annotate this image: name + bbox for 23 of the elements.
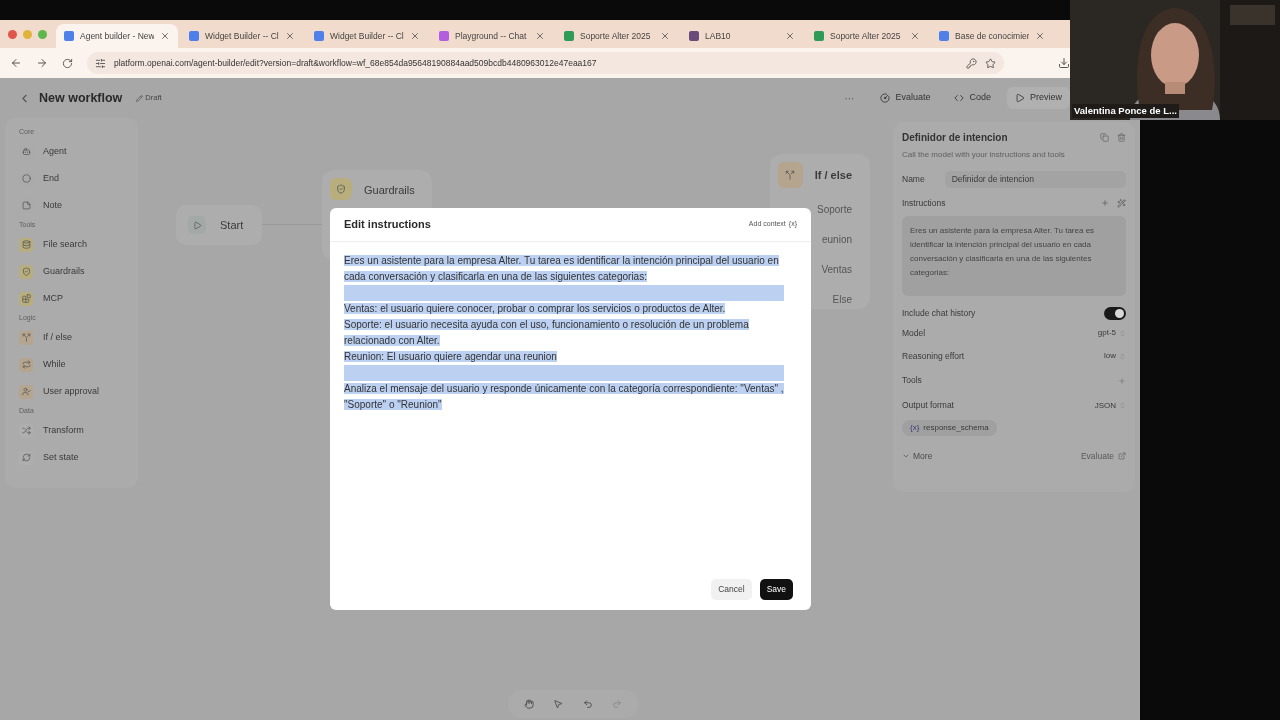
field-label: Include chat history [902,307,976,321]
panel-title: Definidor de intencion [902,131,1008,145]
branch-label: Ventas [821,263,852,277]
field-label: Name [902,173,925,186]
field-label: Reasoning effort [902,349,965,363]
tab-title: Soporte Alter 2025 [580,29,652,43]
field-label: Output format [902,399,954,413]
tab-title: Agent builder - New [80,29,154,43]
workflow-title: New workflow [39,89,123,107]
dialog-title: Edit instructions [344,217,431,233]
field-label: Model [902,326,926,340]
branch-label: Soporte [816,203,852,217]
tab-title: Widget Builder -- Cl [205,29,279,43]
branch-label: Else [832,293,852,307]
tab-title: Base de conocimier [955,29,1029,43]
branch-label: eunion [821,233,852,247]
tab-title: Widget Builder -- Cl [330,29,404,43]
field-label: Tools [902,374,922,388]
tab-title: LAB10 [705,29,732,43]
tab-title: Soporte Alter 2025 [830,29,902,43]
tab-title: Playground -- Chat [455,29,528,43]
panel-subtitle: Call the model with your instructions and tools [902,149,1066,161]
field-label: Instructions [902,197,946,210]
